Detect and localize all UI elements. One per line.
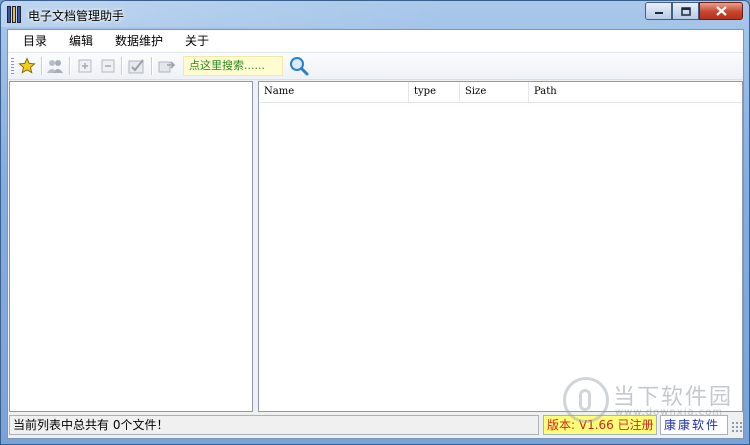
- search-prompt[interactable]: 点这里搜索......: [183, 56, 283, 76]
- menu-bar: 目录 编辑 数据维护 关于: [8, 30, 743, 53]
- column-header-path[interactable]: Path: [529, 82, 742, 102]
- watermark-url: www.downxia.com: [615, 407, 724, 418]
- users-button[interactable]: [46, 57, 64, 75]
- remove-icon: [101, 59, 115, 73]
- menu-data-maintenance[interactable]: 数据维护: [103, 30, 173, 52]
- toolbar-separator: [121, 57, 123, 75]
- toolbar-grip[interactable]: [11, 58, 14, 74]
- maximize-button[interactable]: [672, 2, 699, 20]
- app-icon[interactable]: [7, 6, 23, 23]
- check-icon: [128, 59, 144, 74]
- directory-tree[interactable]: [9, 81, 253, 412]
- check-button[interactable]: [128, 57, 146, 75]
- status-file-count: 当前列表中总共有 0个文件！: [9, 415, 539, 435]
- move-button[interactable]: [158, 57, 176, 75]
- column-header-type[interactable]: type: [409, 82, 460, 102]
- column-header-size[interactable]: Size: [460, 82, 529, 102]
- toolbar-separator: [69, 57, 71, 75]
- watermark: 当下软件园 www.downxia.com: [563, 377, 743, 429]
- toolbar-separator: [41, 57, 43, 75]
- title-bar[interactable]: 电子文档管理助手: [1, 1, 749, 27]
- file-list[interactable]: Name type Size Path: [258, 81, 743, 412]
- toolbar-separator: [151, 57, 153, 75]
- close-icon: [715, 6, 727, 16]
- menu-about[interactable]: 关于: [173, 30, 219, 52]
- column-header-name[interactable]: Name: [259, 82, 409, 102]
- watermark-logo-icon: [563, 377, 609, 423]
- star-icon: [18, 57, 36, 74]
- file-list-header: Name type Size Path: [259, 82, 742, 103]
- add-icon: [78, 59, 92, 73]
- minimize-icon: [654, 12, 663, 14]
- maximize-icon: [680, 6, 691, 16]
- menu-directory[interactable]: 目录: [8, 30, 57, 52]
- minimize-button[interactable]: [645, 2, 672, 20]
- toolbar: 点这里搜索......: [8, 53, 743, 80]
- window-title: 电子文档管理助手: [28, 9, 125, 23]
- close-button[interactable]: [699, 2, 743, 20]
- remove-button[interactable]: [99, 57, 117, 75]
- menu-edit[interactable]: 编辑: [57, 30, 103, 52]
- move-icon: [158, 61, 176, 73]
- favorite-button[interactable]: [18, 57, 36, 75]
- search-button[interactable]: [289, 56, 309, 76]
- caption-buttons: [645, 2, 743, 20]
- add-button[interactable]: [76, 57, 94, 75]
- users-icon: [47, 60, 63, 73]
- search-icon: [290, 57, 309, 76]
